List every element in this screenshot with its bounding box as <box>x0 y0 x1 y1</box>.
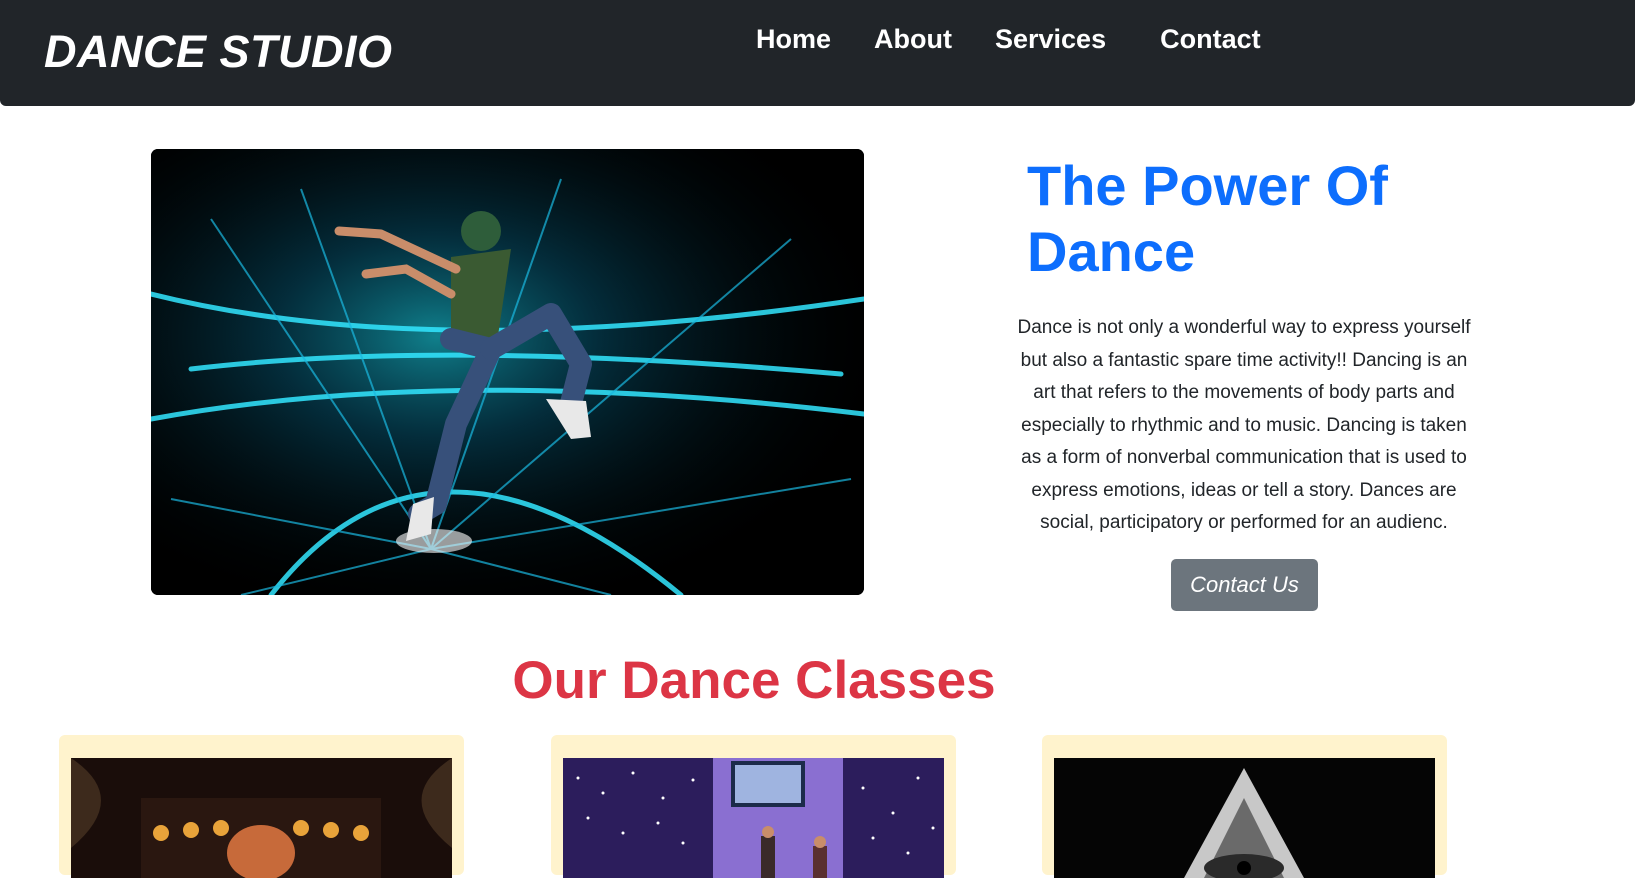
nav-link-about[interactable]: About <box>874 24 952 55</box>
class-card-image-stage <box>71 758 452 878</box>
nav-links: Home About Services Contact <box>756 24 1304 55</box>
navbar: DANCE STUDIO Home About Services Contact <box>0 0 1635 106</box>
hero-dancer-image <box>151 149 864 595</box>
class-card-image-club <box>563 758 944 878</box>
hero-description: Dance is not only a wonderful way to exp… <box>1017 317 1471 533</box>
class-card-2[interactable] <box>551 735 956 878</box>
nav-link-services[interactable]: Services <box>995 24 1106 55</box>
class-card-image-pyramid <box>1054 758 1435 878</box>
classes-section-title: Our Dance Classes <box>512 651 996 710</box>
nav-link-contact[interactable]: Contact <box>1160 24 1261 55</box>
contact-us-button[interactable]: Contact Us <box>1171 559 1318 611</box>
brand-logo[interactable]: DANCE STUDIO <box>44 26 393 78</box>
class-card-1[interactable] <box>59 735 464 878</box>
hero-title: The Power Of Dance <box>1027 154 1388 283</box>
class-card-3[interactable] <box>1042 735 1447 878</box>
nav-link-home[interactable]: Home <box>756 24 831 55</box>
